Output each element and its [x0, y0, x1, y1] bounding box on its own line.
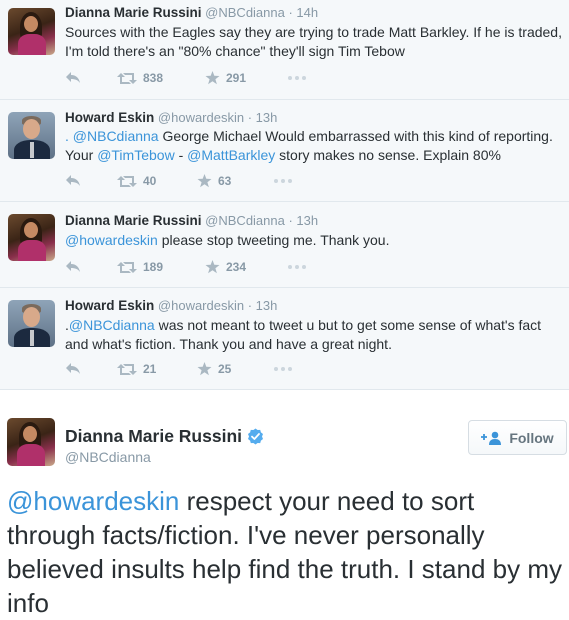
- mention-link[interactable]: @TimTebow: [97, 147, 175, 163]
- author-handle[interactable]: @howardeskin: [158, 110, 244, 125]
- author-name[interactable]: Howard Eskin: [65, 110, 154, 125]
- avatar[interactable]: [8, 8, 55, 55]
- favorite-star-icon: [205, 71, 220, 85]
- favorite-star-icon: [205, 260, 220, 274]
- follow-label: Follow: [509, 429, 554, 446]
- mention-link[interactable]: . @NBCdianna: [65, 128, 159, 144]
- favorite-count: 234: [226, 260, 247, 274]
- author-handle[interactable]: @NBCdianna: [205, 213, 285, 228]
- more-button[interactable]: [287, 75, 307, 81]
- mention-link[interactable]: @NBCdianna: [69, 317, 155, 333]
- more-dots-icon: [274, 179, 292, 183]
- tweet[interactable]: Howard Eskin @howardeskin · 13h . @NBCdi…: [0, 100, 569, 202]
- tweet-text: @howardeskin please stop tweeting me. Th…: [65, 231, 565, 250]
- timestamp[interactable]: · 13h: [248, 298, 278, 313]
- tweet-text-body: Sources with the Eagles say they are try…: [65, 24, 562, 59]
- reply-button[interactable]: [65, 260, 81, 273]
- follow-person-icon: [481, 431, 502, 445]
- mention-link[interactable]: @howardeskin: [7, 486, 179, 516]
- favorite-button[interactable]: 25: [197, 362, 231, 376]
- retweet-count: 40: [143, 174, 157, 188]
- retweet-icon: [117, 175, 137, 187]
- retweet-count: 21: [143, 362, 157, 376]
- avatar[interactable]: [8, 300, 55, 347]
- tweet[interactable]: Howard Eskin @howardeskin · 13h .@NBCdia…: [0, 288, 569, 390]
- tweet-header: Howard Eskin @howardeskin · 13h: [65, 298, 277, 313]
- tweet-text-body: please stop tweeting me. Thank you.: [157, 232, 390, 248]
- more-dots-icon: [288, 265, 306, 269]
- tweet[interactable]: Dianna Marie Russini @NBCdianna · 14h So…: [0, 0, 569, 100]
- avatar[interactable]: [8, 112, 55, 159]
- tweet-text: @howardeskin respect your need to sort t…: [7, 484, 562, 620]
- mention-link[interactable]: @howardeskin: [65, 232, 158, 248]
- favorite-button[interactable]: 63: [197, 174, 231, 188]
- tweet-text: . @NBCdianna George Michael Would embarr…: [65, 127, 565, 165]
- reply-icon: [66, 261, 80, 272]
- author-handle[interactable]: @NBCdianna: [65, 449, 151, 465]
- more-dots-icon: [288, 76, 306, 80]
- reply-button[interactable]: [65, 362, 81, 375]
- avatar[interactable]: [8, 214, 55, 261]
- retweet-button[interactable]: 838: [117, 71, 163, 85]
- timestamp[interactable]: · 13h: [248, 110, 278, 125]
- retweet-button[interactable]: 189: [117, 260, 163, 274]
- retweet-button[interactable]: 21: [117, 362, 156, 376]
- author-name[interactable]: Dianna Marie Russini: [65, 213, 202, 228]
- retweet-count: 838: [143, 71, 164, 85]
- more-button[interactable]: [287, 264, 307, 270]
- tweet-header: Dianna Marie Russini @NBCdianna · 13h: [65, 213, 318, 228]
- retweet-icon: [117, 261, 137, 273]
- tweet-header: Howard Eskin @howardeskin · 13h: [65, 110, 277, 125]
- author-handle[interactable]: @howardeskin: [158, 298, 244, 313]
- favorite-count: 25: [218, 362, 232, 376]
- tweet-text-body: -: [174, 147, 188, 163]
- reply-button[interactable]: [65, 71, 81, 84]
- retweet-icon: [117, 72, 137, 84]
- reply-icon: [66, 175, 80, 186]
- verified-badge-icon: [248, 428, 263, 445]
- more-button[interactable]: [273, 366, 293, 372]
- timestamp[interactable]: · 13h: [288, 213, 318, 228]
- retweet-icon: [117, 363, 137, 375]
- more-button[interactable]: [273, 178, 293, 184]
- retweet-button[interactable]: 40: [117, 174, 156, 188]
- favorite-count: 291: [226, 71, 247, 85]
- permalink-tweet: Dianna Marie Russini @NBCdianna Follow @…: [0, 390, 569, 620]
- favorite-star-icon: [197, 174, 212, 188]
- reply-icon: [66, 72, 80, 83]
- avatar[interactable]: [7, 418, 55, 466]
- author-name[interactable]: Howard Eskin: [65, 298, 154, 313]
- author-handle[interactable]: @NBCdianna: [205, 5, 285, 20]
- author-name[interactable]: Dianna Marie Russini: [65, 426, 242, 447]
- reply-button[interactable]: [65, 174, 81, 187]
- mention-link[interactable]: @MattBarkley: [187, 147, 275, 163]
- more-dots-icon: [274, 367, 292, 371]
- reply-icon: [66, 363, 80, 374]
- author-name[interactable]: Dianna Marie Russini: [65, 5, 202, 20]
- favorite-button[interactable]: 291: [205, 71, 246, 85]
- favorite-count: 63: [218, 174, 232, 188]
- tweet-text: .@NBCdianna was not meant to tweet u but…: [65, 316, 565, 354]
- timestamp[interactable]: · 14h: [288, 5, 318, 20]
- tweet-text: Sources with the Eagles say they are try…: [65, 23, 565, 61]
- follow-button[interactable]: Follow: [468, 420, 567, 455]
- tweet-header: Dianna Marie Russini @NBCdianna · 14h: [65, 5, 318, 20]
- tweet[interactable]: Dianna Marie Russini @NBCdianna · 13h @h…: [0, 202, 569, 288]
- favorite-star-icon: [197, 362, 212, 376]
- retweet-count: 189: [143, 260, 164, 274]
- tweet-text-body: story makes no sense. Explain 80%: [275, 147, 501, 163]
- favorite-button[interactable]: 234: [205, 260, 246, 274]
